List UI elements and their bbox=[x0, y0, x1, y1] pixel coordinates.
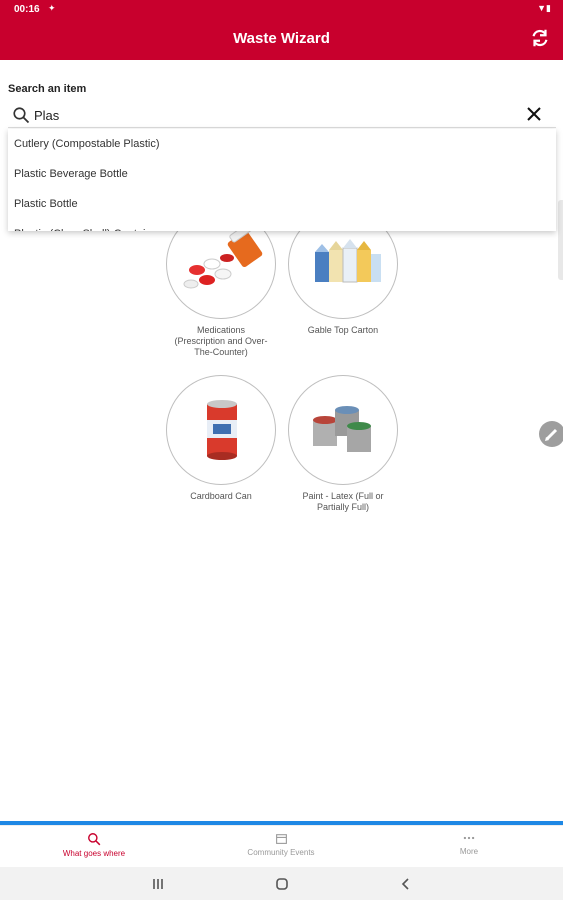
refresh-icon[interactable] bbox=[529, 27, 551, 49]
item-card-cardboard-can[interactable]: Cardboard Can bbox=[166, 375, 276, 502]
calendar-icon bbox=[275, 834, 287, 844]
home-icon[interactable] bbox=[275, 877, 289, 891]
search-icon bbox=[13, 107, 30, 124]
suggestion-item[interactable]: Cutlery (Compostable Plastic) bbox=[8, 129, 556, 159]
back-icon[interactable] bbox=[399, 877, 413, 891]
nav-what-goes-where[interactable]: What goes where bbox=[14, 832, 174, 858]
status-bar: 00:16 ✦ ▼▮ bbox=[0, 0, 563, 20]
item-card-medications[interactable]: Medications (Prescription and Over-The-C… bbox=[166, 209, 276, 358]
search-box[interactable] bbox=[8, 100, 556, 128]
edit-button[interactable] bbox=[539, 421, 563, 447]
item-label: Paint - Latex (Full or Partially Full) bbox=[302, 491, 384, 512]
item-card-paint-latex[interactable]: Paint - Latex (Full or Partially Full) bbox=[288, 375, 398, 513]
search-label: Search an item bbox=[8, 83, 87, 95]
search-icon bbox=[88, 833, 101, 846]
pencil-icon bbox=[545, 428, 558, 441]
status-time: 00:16 bbox=[14, 4, 40, 15]
more-icon bbox=[463, 836, 475, 840]
suggestion-item[interactable]: Plastic Bottle bbox=[8, 189, 556, 219]
paint-can-icon bbox=[313, 406, 371, 452]
item-label: Cardboard Can bbox=[190, 491, 252, 501]
page-title: Waste Wizard bbox=[233, 30, 330, 47]
suggestion-item[interactable]: Plastic (Clear Shell) Containers bbox=[8, 219, 556, 231]
bottom-nav: What goes where Community Events More bbox=[0, 825, 563, 867]
status-icons: ▼▮ bbox=[537, 3, 551, 13]
notification-icon: ✦ bbox=[48, 3, 56, 13]
item-label: Gable Top Carton bbox=[307, 325, 379, 335]
item-image-can bbox=[166, 375, 276, 485]
system-nav-bar bbox=[0, 867, 563, 900]
nav-label: More bbox=[459, 847, 479, 856]
can-icon bbox=[207, 400, 237, 460]
search-input[interactable] bbox=[34, 105, 504, 125]
recents-icon[interactable] bbox=[151, 877, 165, 891]
close-icon[interactable] bbox=[526, 106, 542, 122]
nav-label: What goes where bbox=[62, 849, 126, 858]
item-label: Medications (Prescription and Over-The-C… bbox=[174, 325, 268, 357]
suggestion-item[interactable]: Plastic Beverage Bottle bbox=[8, 159, 556, 189]
nav-community-events[interactable]: Community Events bbox=[201, 832, 361, 857]
app-bar: 00:16 ✦ ▼▮ Waste Wizard bbox=[0, 0, 563, 60]
nav-label: Community Events bbox=[247, 848, 315, 857]
nav-more[interactable]: More bbox=[389, 832, 549, 856]
side-handle[interactable] bbox=[558, 200, 563, 280]
item-image-paint bbox=[288, 375, 398, 485]
suggestion-dropdown: Cutlery (Compostable Plastic) Plastic Be… bbox=[8, 129, 556, 231]
